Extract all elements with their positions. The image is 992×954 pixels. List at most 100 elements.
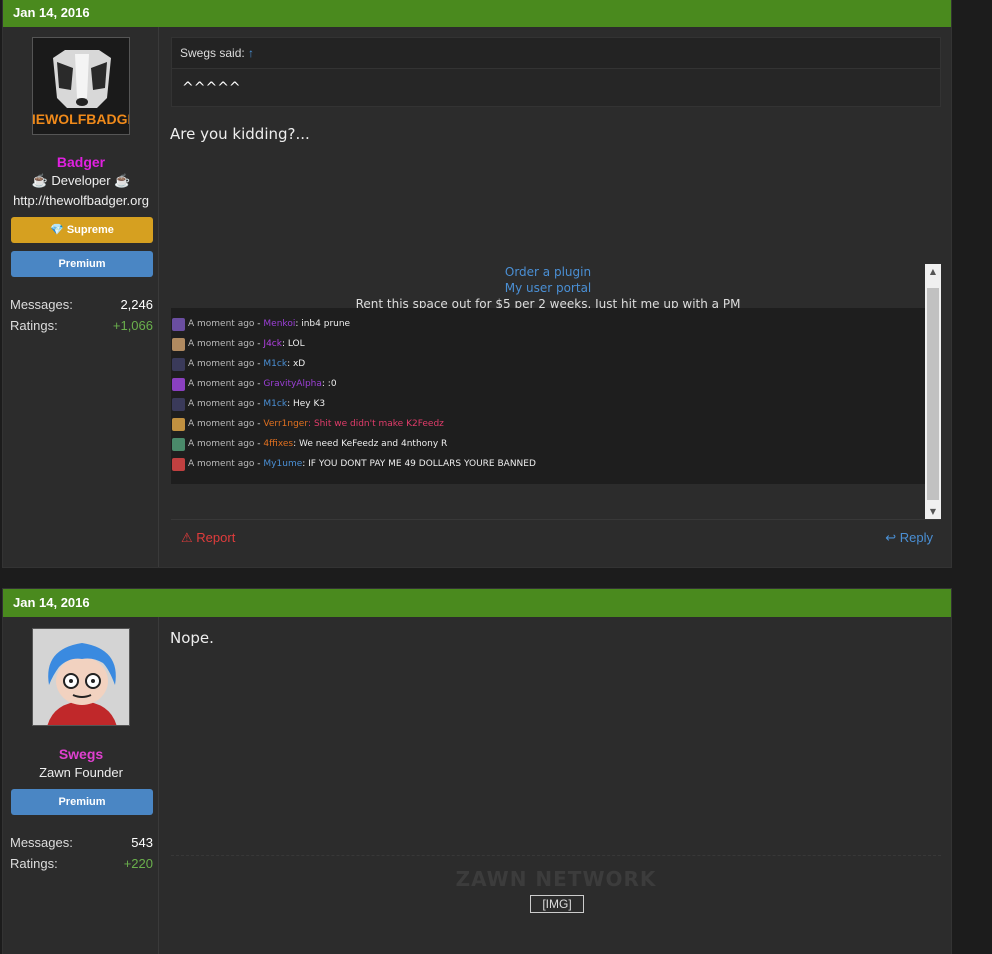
shout-text: : LOL — [281, 339, 305, 349]
scroll-up-icon[interactable]: ▲ — [925, 264, 941, 280]
shout-separator: - — [254, 459, 264, 469]
post-1: Jan 14, 2016 THEWOLFBADGER Badger ☕ Deve… — [2, 0, 952, 568]
user-title: ☕ Developer ☕ — [31, 173, 131, 188]
shout-text: : inb4 prune — [295, 319, 351, 329]
badger-avatar-icon: THEWOLFBADGER — [33, 38, 130, 134]
ad-block: Order a plugin My user portal Rent this … — [171, 264, 925, 312]
shout-avatar[interactable] — [172, 417, 185, 431]
messages-stat: Messages: 543 — [10, 835, 153, 850]
quote-text: ^^^^^ — [172, 68, 940, 106]
shout-time: A moment ago — [188, 379, 255, 389]
scroll-thumb[interactable] — [927, 288, 939, 500]
message-text: Are you kidding?... — [170, 125, 310, 143]
shout-text: : :0 — [321, 379, 337, 389]
signature-divider — [171, 855, 941, 856]
message-text: Nope. — [170, 629, 214, 647]
avatar[interactable]: THEWOLFBADGER — [32, 37, 130, 135]
quote-header: Swegs said: ↑ — [172, 38, 940, 68]
cartoon-avatar-icon — [33, 629, 129, 725]
shout-username[interactable]: J4ck — [263, 339, 282, 349]
ratings-stat: Ratings: +1,066 — [10, 318, 153, 333]
user-website: http://thewolfbadger.org — [13, 193, 149, 208]
post-date-header: Jan 14, 2016 — [3, 0, 951, 27]
shout-separator: - — [254, 319, 264, 329]
shout-time: A moment ago — [188, 439, 255, 449]
scrollbar[interactable]: ▲ ▼ — [925, 264, 941, 520]
shout-row: A moment ago - My1ume: IF YOU DONT PAY M… — [171, 454, 925, 474]
shout-time: A moment ago — [188, 419, 255, 429]
username[interactable]: Badger — [3, 154, 159, 170]
messages-stat: Messages: 2,246 — [10, 297, 153, 312]
signature-network-text: ZAWN NETWORK — [455, 867, 657, 891]
shout-separator: - — [254, 399, 264, 409]
coffee-icon: ☕ — [31, 173, 48, 188]
shout-username[interactable]: 4ffixes — [263, 439, 293, 449]
signature-image: [IMG] — [530, 895, 584, 913]
messages-count: 543 — [131, 835, 153, 850]
shout-time: A moment ago — [188, 319, 255, 329]
post-date: Jan 14, 2016 — [13, 595, 90, 610]
post-actions: ⚠ Report ↩ Reply — [171, 519, 941, 559]
ratings-count: +1,066 — [112, 318, 153, 333]
shout-username[interactable]: M1ck — [263, 359, 287, 369]
premium-badge: Premium — [11, 789, 153, 815]
user-info-panel: THEWOLFBADGER Badger ☕ Developer ☕ http:… — [3, 27, 159, 567]
shout-time: A moment ago — [188, 459, 255, 469]
reply-button[interactable]: ↩ Reply — [885, 530, 933, 546]
shout-row: A moment ago - 4ffixes: We need KeFeedz … — [171, 434, 925, 454]
username[interactable]: Swegs — [3, 746, 159, 762]
shout-separator: - — [254, 379, 264, 389]
shout-avatar[interactable] — [172, 377, 185, 391]
order-plugin-link[interactable]: Order a plugin — [171, 264, 925, 280]
post-date-header: Jan 14, 2016 — [3, 589, 951, 617]
supreme-badge: 💎 Supreme — [11, 217, 153, 243]
quote-jump-icon[interactable]: ↑ — [248, 46, 254, 60]
shout-text: : IF YOU DONT PAY ME 49 DOLLARS YOURE BA… — [302, 459, 536, 469]
shoutbox: A moment ago - Menkoi: inb4 prune A momen… — [171, 308, 925, 484]
premium-badge: Premium — [11, 251, 153, 277]
diamond-icon: 💎 — [50, 224, 64, 236]
shout-avatar[interactable] — [172, 357, 185, 371]
svg-text:THEWOLFBADGER: THEWOLFBADGER — [33, 111, 130, 127]
scroll-down-icon[interactable]: ▼ — [925, 504, 941, 520]
messages-count: 2,246 — [120, 297, 153, 312]
user-portal-link[interactable]: My user portal — [171, 280, 925, 296]
user-title: Zawn Founder — [39, 765, 123, 780]
shout-text: : xD — [287, 359, 306, 369]
shout-time: A moment ago — [188, 359, 255, 369]
warning-icon: ⚠ — [181, 530, 193, 545]
user-info-panel: Swegs Zawn Founder Premium Messages: 543… — [3, 617, 159, 954]
shout-text: : We need KeFeedz and 4nthony R — [293, 439, 448, 449]
shout-text: : Shit we didn't make K2Feedz — [308, 419, 444, 429]
shout-row: A moment ago - Verr1nger: Shit we didn't… — [171, 414, 925, 434]
shout-row: A moment ago - M1ck: Hey K3 — [171, 394, 925, 414]
avatar[interactable] — [32, 628, 130, 726]
shout-username[interactable]: Menkoi — [263, 319, 295, 329]
report-button[interactable]: ⚠ Report — [181, 530, 235, 546]
shout-text: : Hey K3 — [287, 399, 326, 409]
shout-row: A moment ago - J4ck: LOL — [171, 334, 925, 354]
quote-block: Swegs said: ↑ ^^^^^ — [171, 37, 941, 107]
shout-username[interactable]: Verr1nger — [263, 419, 308, 429]
shout-username[interactable]: M1ck — [263, 399, 287, 409]
shout-separator: - — [254, 419, 264, 429]
shout-row: A moment ago - Menkoi: inb4 prune — [171, 314, 925, 334]
shout-separator: - — [254, 439, 264, 449]
shout-row: A moment ago - GravityAlpha: :0 — [171, 374, 925, 394]
shout-username[interactable]: GravityAlpha — [263, 379, 321, 389]
shout-separator: - — [254, 359, 264, 369]
ratings-count: +220 — [123, 856, 153, 871]
post-2: Jan 14, 2016 Swegs Zawn Founder Premium — [2, 588, 952, 954]
coffee-icon: ☕ — [114, 173, 131, 188]
shout-username[interactable]: My1ume — [263, 459, 302, 469]
shout-avatar[interactable] — [172, 437, 185, 451]
shout-avatar[interactable] — [172, 397, 185, 411]
post-date: Jan 14, 2016 — [13, 5, 90, 20]
shout-avatar[interactable] — [172, 457, 185, 471]
shout-avatar[interactable] — [172, 337, 185, 351]
ratings-stat: Ratings: +220 — [10, 856, 153, 871]
reply-icon: ↩ — [885, 530, 897, 545]
shout-avatar[interactable] — [172, 317, 185, 331]
shout-time: A moment ago — [188, 339, 255, 349]
shout-row: A moment ago - M1ck: xD — [171, 354, 925, 374]
